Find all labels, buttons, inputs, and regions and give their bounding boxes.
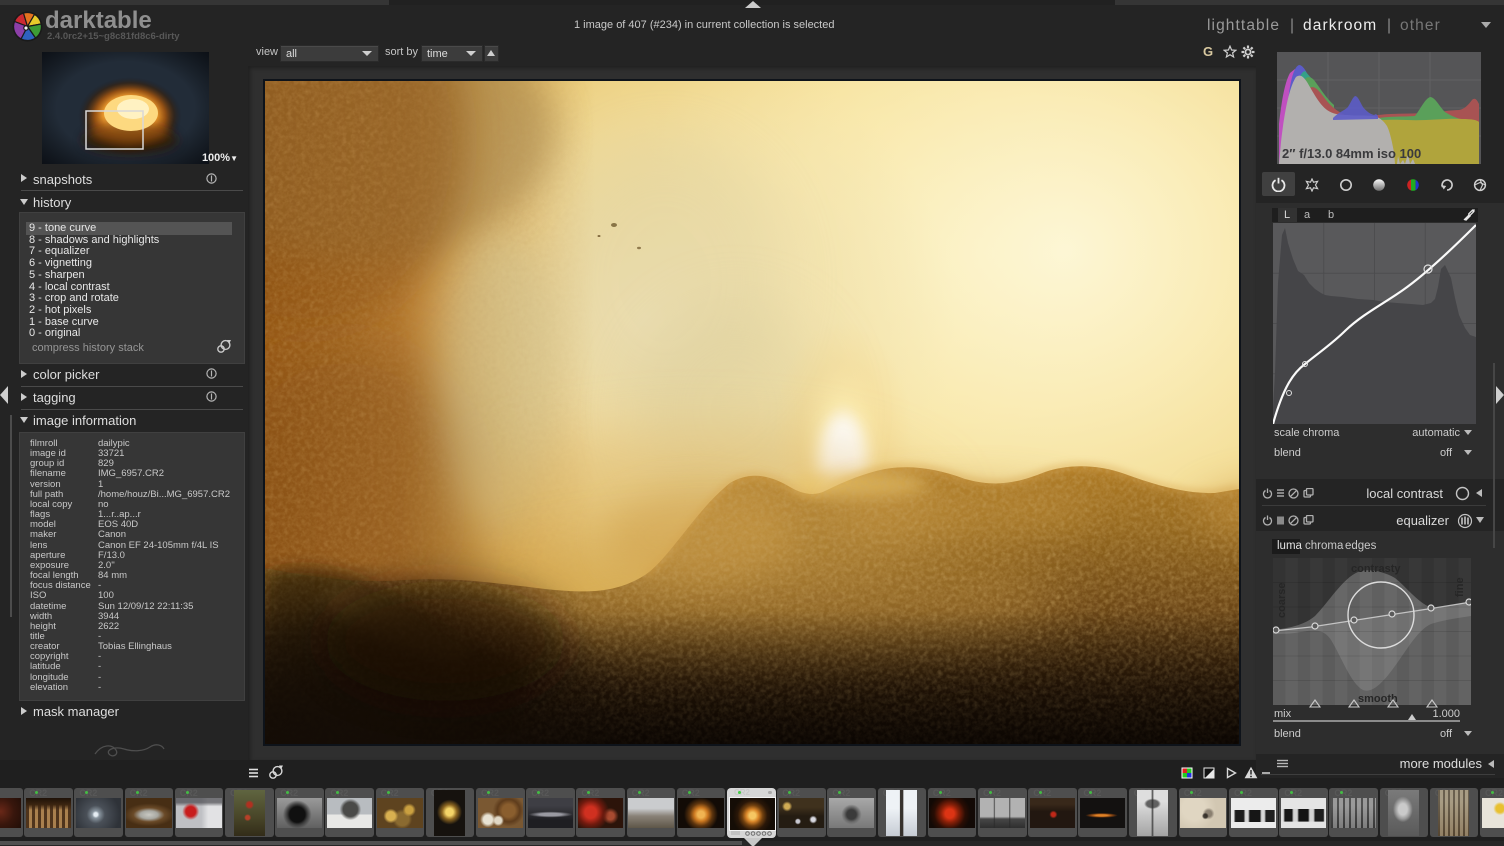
svg-text:coarse: coarse	[1276, 583, 1288, 618]
svg-text:fine: fine	[1454, 577, 1466, 597]
svg-text:contrasty: contrasty	[1351, 563, 1401, 575]
svg-text:2″ f/13.0 84mm iso 100: 2″ f/13.0 84mm iso 100	[1282, 146, 1421, 161]
